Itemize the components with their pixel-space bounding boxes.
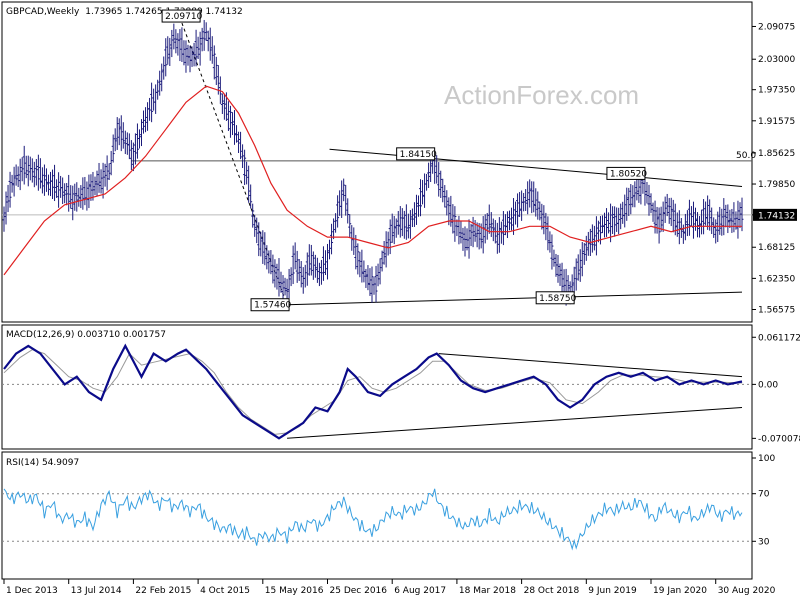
rsi-y-tick-label: 70 bbox=[758, 490, 770, 500]
x-tick-label: 25 Dec 2016 bbox=[330, 586, 388, 596]
chart-title: GBPCAD,Weekly1.73965 1.74265 1.73889 1.7… bbox=[6, 7, 243, 17]
x-tick-label: 1 Dec 2013 bbox=[6, 586, 58, 596]
fib-level-label: 50.0 bbox=[736, 151, 756, 161]
x-tick-label: 22 Feb 2015 bbox=[135, 586, 191, 596]
price-y-tick-label: 1.56575 bbox=[758, 306, 795, 316]
price-y-tick-label: 1.62350 bbox=[758, 274, 795, 284]
macd-y-tick-label: -0.070078 bbox=[758, 434, 800, 444]
price-y-tick-label: 2.09075 bbox=[758, 22, 795, 32]
x-tick-label: 18 Mar 2018 bbox=[459, 586, 516, 596]
chart-background bbox=[0, 0, 800, 600]
price-y-tick-label: 2.03000 bbox=[758, 55, 795, 65]
current-price-label: 1.74132 bbox=[758, 211, 795, 221]
price-y-tick-label: 1.91575 bbox=[758, 117, 795, 127]
annotation-label: 1.80520 bbox=[610, 169, 647, 179]
chart-canvas: ActionForex.com GBPCAD,Weekly 1.73965 1.7… bbox=[0, 0, 800, 600]
macd-y-tick-label: 0.061172 bbox=[758, 333, 800, 343]
rsi-y-tick-label: 100 bbox=[758, 454, 775, 464]
x-tick-label: 19 Jan 2020 bbox=[653, 586, 707, 596]
x-tick-label: 13 Jul 2014 bbox=[71, 586, 122, 596]
rsi-title: RSI(14) 54.9097 bbox=[6, 458, 79, 468]
price-y-tick-label: 1.97350 bbox=[758, 86, 795, 96]
x-tick-label: 4 Oct 2015 bbox=[200, 586, 250, 596]
x-tick-label: 9 Jun 2019 bbox=[588, 586, 637, 596]
x-tick-label: 15 May 2016 bbox=[265, 586, 324, 596]
price-y-tick-label: 1.85625 bbox=[758, 149, 795, 159]
annotation-label: 1.84150 bbox=[400, 150, 437, 160]
macd-y-tick-label: 0.00 bbox=[758, 380, 778, 390]
price-y-tick-label: 1.68125 bbox=[758, 243, 795, 253]
x-tick-label: 30 Aug 2020 bbox=[718, 586, 776, 596]
annotation-label: 2.09710 bbox=[165, 12, 202, 22]
x-tick-label: 6 Aug 2017 bbox=[394, 586, 446, 596]
macd-title: MACD(12,26,9) 0.003710 0.001757 bbox=[6, 330, 166, 340]
watermark: ActionForex.com bbox=[444, 80, 639, 110]
symbol-label: GBPCAD,Weekly bbox=[6, 7, 80, 17]
rsi-y-tick-label: 30 bbox=[758, 537, 770, 547]
annotation-label: 1.57460 bbox=[254, 301, 291, 311]
x-tick-label: 28 Oct 2018 bbox=[524, 586, 580, 596]
price-y-tick-label: 1.79850 bbox=[758, 180, 795, 190]
annotation-label: 1.58750 bbox=[539, 294, 576, 304]
